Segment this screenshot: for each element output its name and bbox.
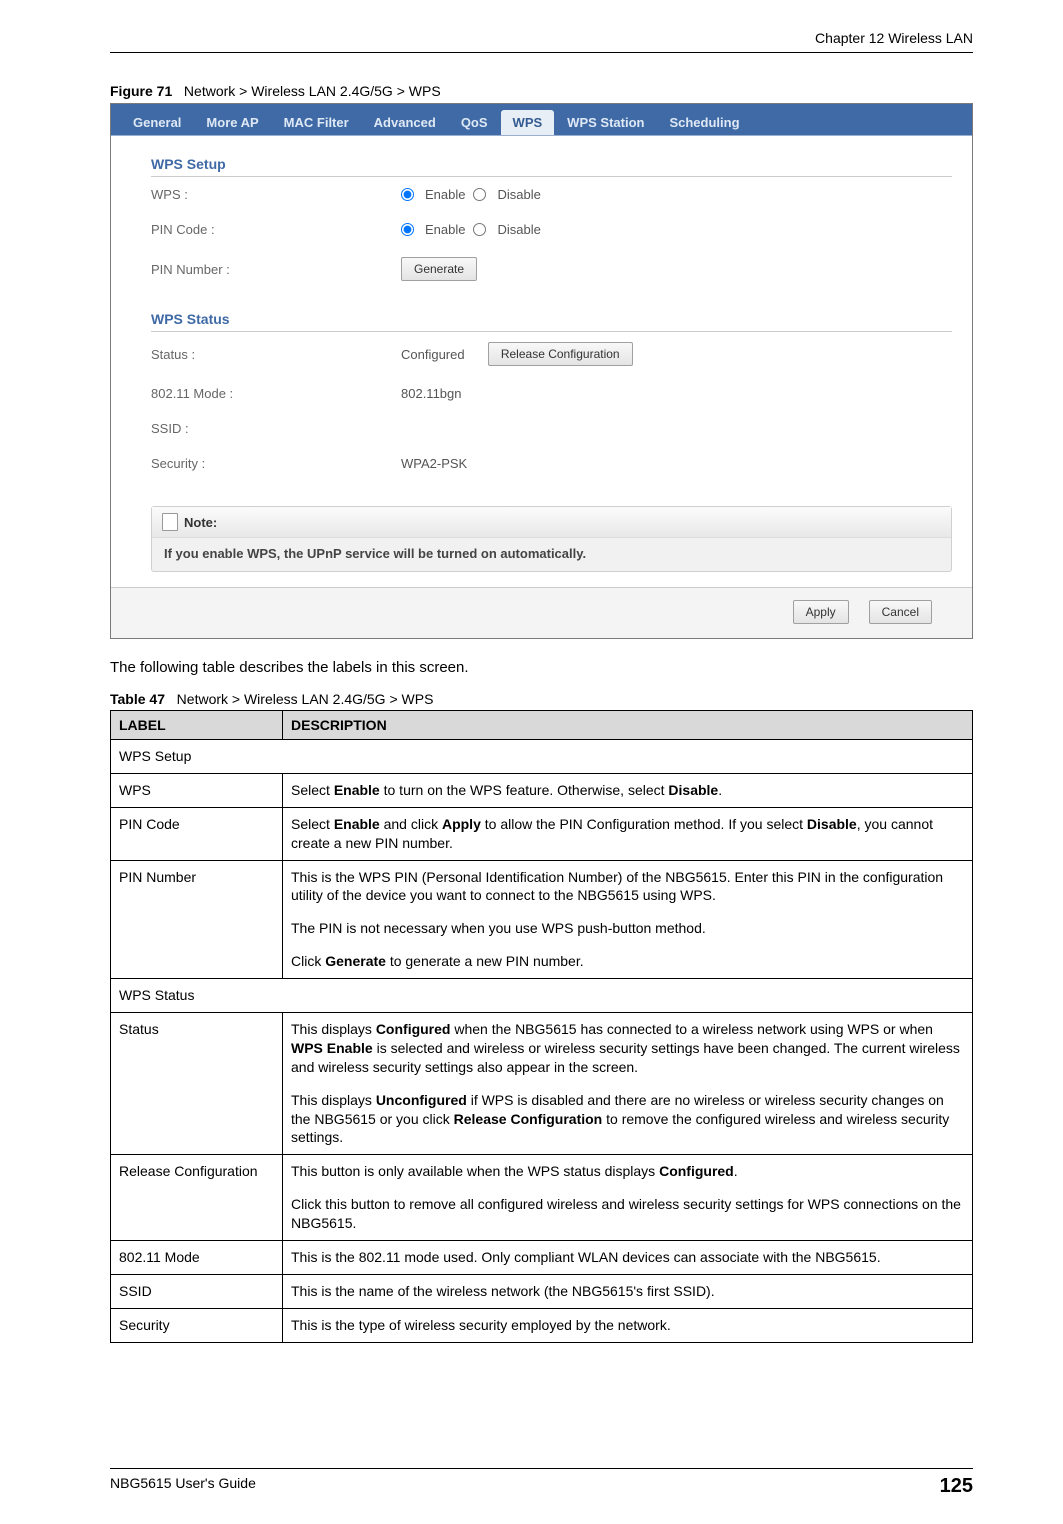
figure-title: Network > Wireless LAN 2.4G/5G > WPS	[184, 83, 441, 99]
row-ssid-label: SSID	[111, 1274, 283, 1308]
note-heading: Note:	[184, 515, 217, 530]
release-configuration-button[interactable]: Release Configuration	[488, 342, 633, 366]
figure-prefix: Figure 71	[110, 83, 172, 99]
tab-scheduling[interactable]: Scheduling	[657, 110, 751, 135]
row-mode-desc: This is the 802.11 mode used. Only compl…	[283, 1241, 973, 1275]
tab-bar: General More AP MAC Filter Advanced QoS …	[111, 104, 972, 136]
row-release-label: Release Configuration	[111, 1155, 283, 1241]
row-security-desc: This is the type of wireless security em…	[283, 1308, 973, 1342]
status-label: Status :	[151, 347, 401, 362]
page-footer: NBG5615 User's Guide 125	[110, 1468, 973, 1498]
tab-general[interactable]: General	[121, 110, 193, 135]
security-value: WPA2-PSK	[401, 456, 467, 471]
row-pinnumber-label: PIN Number	[111, 860, 283, 979]
wps-status-heading: WPS Status	[151, 301, 952, 332]
tab-mac-filter[interactable]: MAC Filter	[272, 110, 361, 135]
pin-code-label: PIN Code :	[151, 222, 401, 237]
wps-setup-heading: WPS Setup	[151, 146, 952, 177]
generate-button[interactable]: Generate	[401, 257, 477, 281]
status-value: Configured	[401, 347, 465, 362]
note-text: If you enable WPS, the UPnP service will…	[152, 538, 951, 571]
footer-guide: NBG5615 User's Guide	[110, 1475, 256, 1498]
row-pincode-label: PIN Code	[111, 807, 283, 860]
wps-label: WPS :	[151, 187, 401, 202]
row-wps-label: WPS	[111, 773, 283, 807]
wps-disable-radio[interactable]	[473, 188, 486, 201]
row-security-label: Security	[111, 1308, 283, 1342]
pin-enable-text: Enable	[425, 222, 465, 237]
wps-enable-radio[interactable]	[401, 188, 414, 201]
mode-label: 802.11 Mode :	[151, 386, 401, 401]
row-pincode-desc: Select Enable and click Apply to allow t…	[283, 807, 973, 860]
pin-enable-radio[interactable]	[401, 223, 414, 236]
row-status-label: Status	[111, 1013, 283, 1155]
row-wps-desc: Select Enable to turn on the WPS feature…	[283, 773, 973, 807]
table-caption: Table 47 Network > Wireless LAN 2.4G/5G …	[110, 691, 973, 707]
pin-disable-text: Disable	[497, 222, 540, 237]
table-title: Network > Wireless LAN 2.4G/5G > WPS	[177, 691, 434, 707]
figure-caption: Figure 71 Network > Wireless LAN 2.4G/5G…	[110, 83, 973, 99]
tab-qos[interactable]: QoS	[449, 110, 500, 135]
row-pinnumber-desc: This is the WPS PIN (Personal Identifica…	[283, 860, 973, 979]
row-wps-status: WPS Status	[111, 979, 973, 1013]
mode-value: 802.11bgn	[401, 386, 462, 401]
screenshot-panel: General More AP MAC Filter Advanced QoS …	[110, 103, 973, 639]
tab-more-ap[interactable]: More AP	[194, 110, 270, 135]
row-wps-setup: WPS Setup	[111, 740, 973, 774]
security-label: Security :	[151, 456, 401, 471]
tab-advanced[interactable]: Advanced	[362, 110, 448, 135]
row-release-desc: This button is only available when the W…	[283, 1155, 973, 1241]
table-prefix: Table 47	[110, 691, 165, 707]
note-box: Note: If you enable WPS, the UPnP servic…	[151, 506, 952, 572]
footer-page-number: 125	[940, 1475, 973, 1498]
description-table: LABEL DESCRIPTION WPS Setup WPS Select E…	[110, 710, 973, 1343]
apply-button[interactable]: Apply	[793, 600, 849, 624]
ssid-label: SSID :	[151, 421, 401, 436]
tab-wps-station[interactable]: WPS Station	[555, 110, 656, 135]
row-ssid-desc: This is the name of the wireless network…	[283, 1274, 973, 1308]
action-bar: Apply Cancel	[111, 587, 972, 638]
cancel-button[interactable]: Cancel	[869, 600, 932, 624]
note-icon	[162, 513, 178, 531]
row-mode-label: 802.11 Mode	[111, 1241, 283, 1275]
chapter-header: Chapter 12 Wireless LAN	[110, 30, 973, 53]
intro-text: The following table describes the labels…	[110, 659, 973, 676]
wps-enable-text: Enable	[425, 187, 465, 202]
tab-wps[interactable]: WPS	[501, 110, 555, 135]
th-description: DESCRIPTION	[283, 711, 973, 740]
pin-number-label: PIN Number :	[151, 262, 401, 277]
th-label: LABEL	[111, 711, 283, 740]
wps-disable-text: Disable	[497, 187, 540, 202]
row-status-desc: This displays Configured when the NBG561…	[283, 1013, 973, 1155]
pin-disable-radio[interactable]	[473, 223, 486, 236]
